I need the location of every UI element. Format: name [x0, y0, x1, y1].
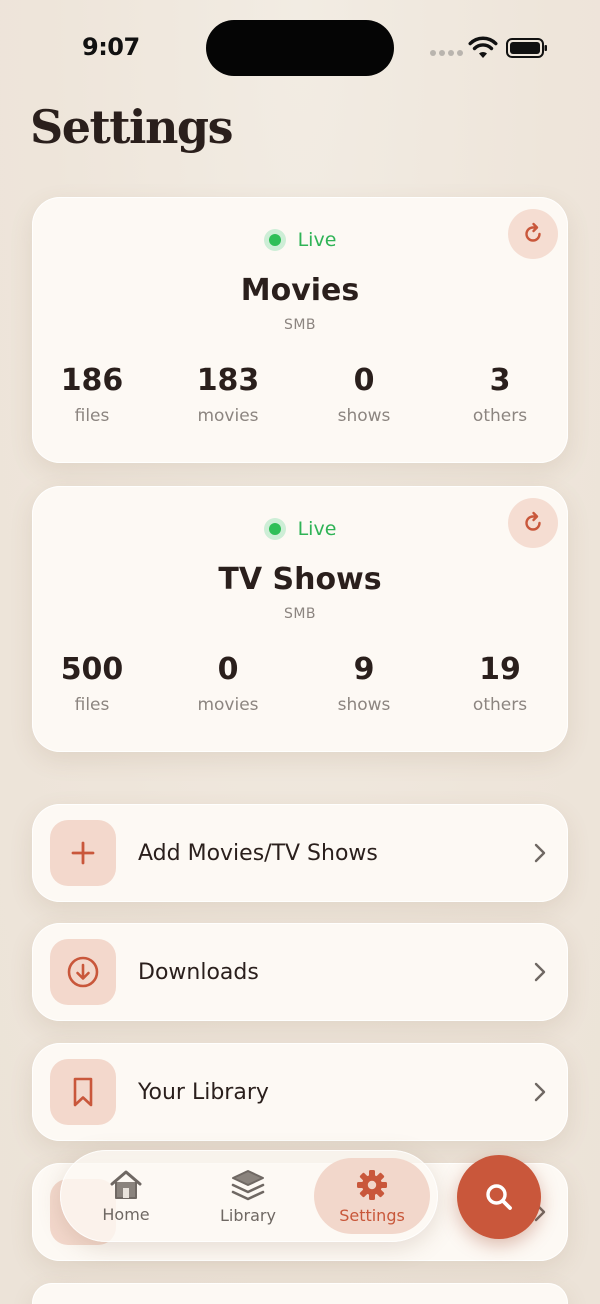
tab-library[interactable]: Library: [208, 1158, 288, 1234]
library-protocol: SMB: [283, 606, 317, 622]
library-name: Movies: [240, 273, 360, 308]
stat-value: 183: [196, 363, 260, 398]
stat-label: shows: [337, 695, 391, 715]
live-dot-icon: [263, 229, 286, 251]
search-button[interactable]: [457, 1155, 541, 1239]
menu-item-your-library[interactable]: Your Library: [32, 1043, 568, 1141]
gear-icon: [357, 1169, 387, 1200]
stat-label: files: [74, 695, 110, 715]
library-stats: 500 files 0 movies 9 shows 19 others: [32, 652, 568, 715]
status-time: 9:07: [82, 33, 140, 61]
tab-home[interactable]: Home: [86, 1158, 166, 1234]
cellular-signal-icon: [430, 50, 463, 56]
stat-shows: 9 shows: [296, 652, 432, 715]
stat-label: files: [74, 406, 110, 426]
stat-value: 0: [353, 363, 375, 398]
stat-others: 3 others: [432, 363, 568, 426]
stat-value: 186: [60, 363, 124, 398]
live-status-label: Live: [297, 229, 337, 251]
stat-value: 500: [60, 652, 124, 687]
menu-item-downloads[interactable]: Downloads: [32, 923, 568, 1021]
wifi-icon: [468, 36, 498, 58]
stat-shows: 0 shows: [296, 363, 432, 426]
library-stats: 186 files 183 movies 0 shows 3 others: [32, 363, 568, 426]
chevron-right-icon: [534, 843, 546, 863]
battery-icon: [506, 38, 547, 58]
library-protocol: SMB: [283, 317, 317, 333]
plus-icon: [50, 820, 116, 886]
chevron-right-icon: [534, 962, 546, 982]
stat-label: others: [472, 695, 528, 715]
library-name: TV Shows: [218, 562, 382, 597]
stat-files: 186 files: [24, 363, 160, 426]
stat-value: 9: [353, 652, 375, 687]
stat-value: 19: [479, 652, 521, 687]
live-dot-icon: [263, 518, 286, 540]
status-bar: 9:07: [0, 0, 600, 96]
live-status: Live: [32, 518, 568, 540]
stat-label: shows: [337, 406, 391, 426]
live-status-label: Live: [297, 518, 337, 540]
download-icon: [50, 939, 116, 1005]
menu-item-add-media[interactable]: Add Movies/TV Shows: [32, 804, 568, 902]
tab-bar: Home Library Settings: [60, 1150, 438, 1242]
menu-item-label: Your Library: [138, 1079, 269, 1105]
stat-files: 500 files: [24, 652, 160, 715]
stat-label: others: [472, 406, 528, 426]
layers-icon: [231, 1169, 265, 1200]
live-status: Live: [32, 229, 568, 251]
stat-value: 3: [489, 363, 511, 398]
library-card-tv-shows: Live TV Shows SMB 500 files 0 movies 9 s…: [32, 486, 568, 752]
tab-label: Home: [102, 1204, 150, 1224]
dynamic-island: [206, 20, 394, 76]
menu-item-label: Add Movies/TV Shows: [138, 840, 378, 866]
library-card-movies: Live Movies SMB 186 files 183 movies 0 s…: [32, 197, 568, 463]
stat-movies: 183 movies: [160, 363, 296, 426]
tab-settings[interactable]: Settings: [314, 1158, 430, 1234]
menu-item-label: Downloads: [138, 959, 259, 985]
bookmark-icon: [50, 1059, 116, 1125]
stat-value: 0: [217, 652, 239, 687]
tab-label: Settings: [339, 1205, 405, 1225]
home-icon: [110, 1170, 142, 1199]
page-title: Settings: [30, 100, 233, 154]
chevron-right-icon: [534, 1082, 546, 1102]
stat-movies: 0 movies: [160, 652, 296, 715]
stat-label: movies: [197, 406, 259, 426]
search-icon: [486, 1184, 512, 1210]
tab-label: Library: [220, 1205, 276, 1225]
menu-item-partial-bottom[interactable]: [32, 1283, 568, 1304]
stat-label: movies: [197, 695, 259, 715]
stat-others: 19 others: [432, 652, 568, 715]
